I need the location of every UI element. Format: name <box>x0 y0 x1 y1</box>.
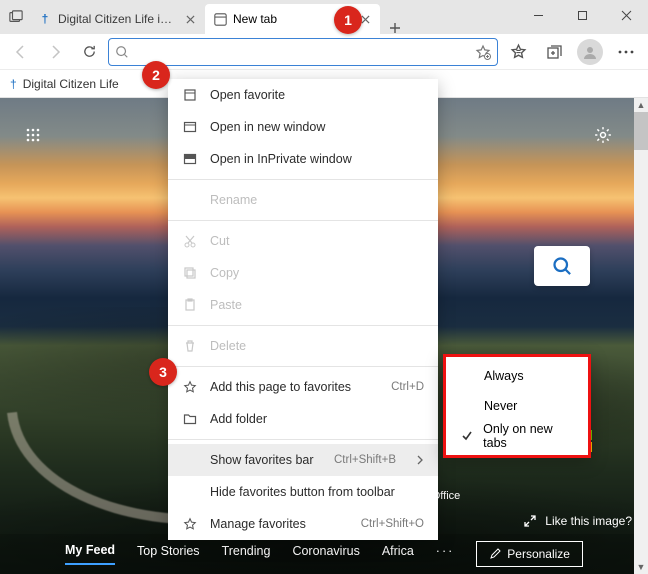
address-bar[interactable] <box>108 38 498 66</box>
avatar-icon <box>577 39 603 65</box>
titlebar: † Digital Citizen Life in a digital wo N… <box>0 0 648 34</box>
feed-tab-myfeed[interactable]: My Feed <box>65 543 115 565</box>
star-settings-icon <box>182 517 198 531</box>
tab-actions-button[interactable] <box>2 0 30 34</box>
menu-rename: Rename <box>168 184 438 216</box>
more-button[interactable] <box>610 36 642 68</box>
address-input[interactable] <box>135 44 469 59</box>
expand-icon <box>523 514 537 528</box>
profile-button[interactable] <box>574 36 606 68</box>
favorites-button[interactable] <box>502 36 534 68</box>
chevron-right-icon <box>416 455 424 465</box>
paste-icon <box>182 298 198 312</box>
feed-bar: My Feed Top Stories Trending Coronavirus… <box>0 534 648 574</box>
open-icon <box>182 88 198 102</box>
menu-copy: Copy <box>168 257 438 289</box>
like-image[interactable]: Like this image? <box>523 514 632 528</box>
gear-icon[interactable] <box>588 120 618 150</box>
star-add-icon <box>182 380 198 394</box>
menu-open-favorite[interactable]: Open favorite <box>168 79 438 111</box>
toolbar <box>0 34 648 70</box>
separator <box>168 220 438 221</box>
personalize-button[interactable]: Personalize <box>476 541 583 567</box>
maximize-button[interactable] <box>560 0 604 30</box>
minimize-button[interactable] <box>516 0 560 30</box>
tab-label: Digital Citizen Life in a digital wo <box>58 12 177 26</box>
feed-more-button[interactable]: ··· <box>436 544 455 564</box>
personalize-label: Personalize <box>507 547 570 561</box>
separator <box>168 366 438 367</box>
menu-paste: Paste <box>168 289 438 321</box>
separator <box>168 325 438 326</box>
new-tab-button[interactable] <box>380 22 410 34</box>
context-menu: Open favorite Open in new window Open in… <box>168 79 438 540</box>
close-window-button[interactable] <box>604 0 648 30</box>
cut-icon <box>182 234 198 248</box>
separator <box>168 439 438 440</box>
menu-show-favorites-bar[interactable]: Show favorites barCtrl+Shift+B <box>168 444 438 476</box>
annotation-badge-3: 3 <box>149 358 177 386</box>
search-icon <box>115 45 129 59</box>
separator <box>168 179 438 180</box>
feed-tab-trending[interactable]: Trending <box>222 544 271 564</box>
menu-open-new-window[interactable]: Open in new window <box>168 111 438 143</box>
refresh-button[interactable] <box>74 37 104 67</box>
submenu-show-favorites-bar: Always Never Only on new tabs <box>443 354 591 458</box>
window-controls <box>516 0 648 30</box>
menu-manage-favorites[interactable]: Manage favoritesCtrl+Shift+O <box>168 508 438 540</box>
like-label: Like this image? <box>545 514 632 528</box>
favorite-item[interactable]: Digital Citizen Life <box>23 77 119 91</box>
feed-tab-africa[interactable]: Africa <box>382 544 414 564</box>
copy-icon <box>182 266 198 280</box>
close-icon[interactable] <box>183 12 197 26</box>
back-button[interactable] <box>6 37 36 67</box>
feed-tab-topstories[interactable]: Top Stories <box>137 544 200 564</box>
menu-add-folder[interactable]: Add folder <box>168 403 438 435</box>
menu-add-page[interactable]: Add this page to favoritesCtrl+D <box>168 371 438 403</box>
submenu-never[interactable]: Never <box>446 391 588 421</box>
inprivate-icon <box>182 152 198 166</box>
menu-delete: Delete <box>168 330 438 362</box>
scroll-down-icon[interactable]: ▼ <box>634 560 648 574</box>
trash-icon <box>182 339 198 353</box>
cross-icon: † <box>38 12 52 26</box>
tab-inactive[interactable]: † Digital Citizen Life in a digital wo <box>30 4 205 34</box>
annotation-badge-1: 1 <box>334 6 362 34</box>
window-icon <box>182 120 198 134</box>
annotation-badge-2: 2 <box>142 61 170 89</box>
submenu-only-new-tabs[interactable]: Only on new tabs <box>446 421 588 451</box>
pencil-icon <box>489 548 501 560</box>
newtab-icon <box>213 12 227 26</box>
vertical-scrollbar[interactable]: ▲ ▼ <box>634 98 648 574</box>
scroll-up-icon[interactable]: ▲ <box>634 98 648 112</box>
search-button[interactable] <box>534 246 590 286</box>
submenu-always[interactable]: Always <box>446 361 588 391</box>
scrollbar-thumb[interactable] <box>634 112 648 150</box>
feed-tab-coronavirus[interactable]: Coronavirus <box>292 544 359 564</box>
collections-button[interactable] <box>538 36 570 68</box>
forward-button[interactable] <box>40 37 70 67</box>
apps-icon[interactable] <box>18 120 48 150</box>
cross-icon: † <box>10 77 17 91</box>
add-favorite-icon[interactable] <box>475 44 491 60</box>
menu-hide-favorites-button[interactable]: Hide favorites button from toolbar <box>168 476 438 508</box>
menu-cut: Cut <box>168 225 438 257</box>
menu-open-inprivate[interactable]: Open in InPrivate window <box>168 143 438 175</box>
folder-add-icon <box>182 412 198 426</box>
check-icon <box>460 430 473 442</box>
